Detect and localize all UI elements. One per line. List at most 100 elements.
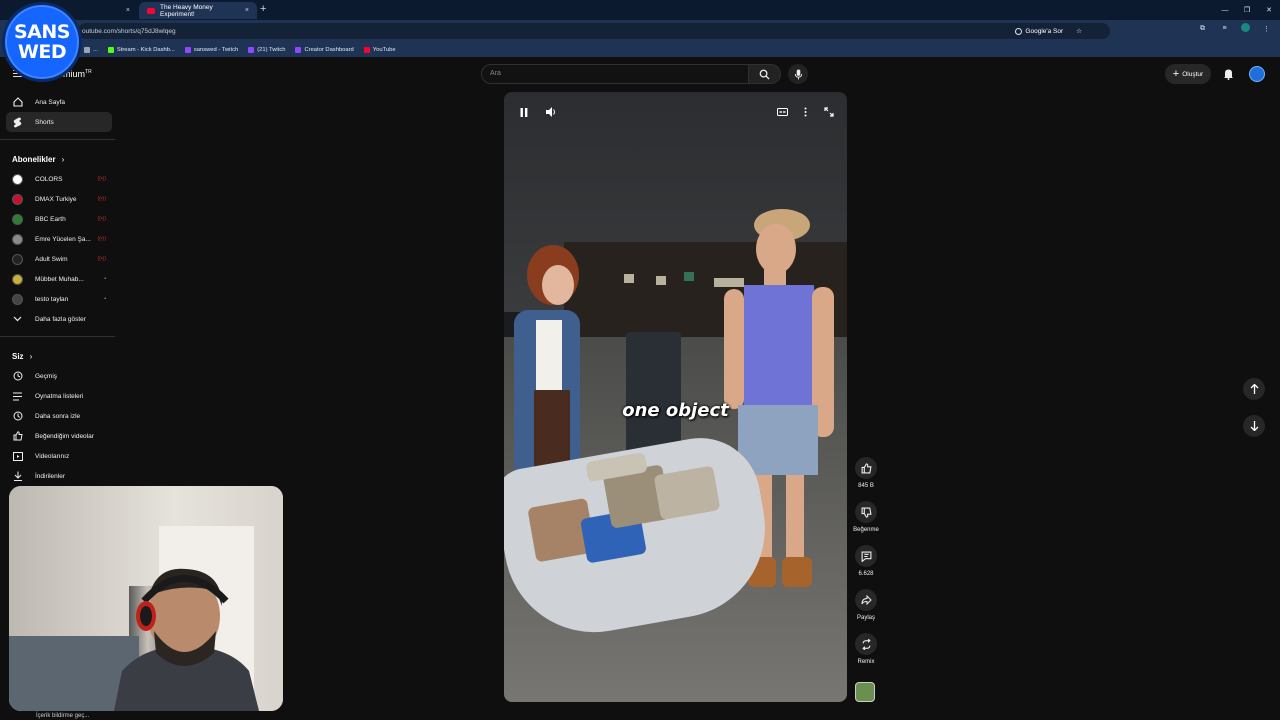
sidebar-item-label: Beğendiğim videolar bbox=[35, 432, 94, 440]
youtube-favicon-icon bbox=[147, 7, 155, 14]
share-button[interactable] bbox=[855, 589, 877, 611]
sidebar-item-label: Mübbet Muhab... bbox=[35, 275, 84, 283]
sidebar-item-label: DMAX Turkiye bbox=[35, 195, 77, 203]
comments-button[interactable] bbox=[855, 545, 877, 567]
more-vertical-icon bbox=[804, 107, 806, 117]
browser-tab-active[interactable]: The Heavy Money Experiment! × bbox=[139, 2, 257, 19]
subscription-item[interactable]: BBC Earth ((•)) bbox=[6, 209, 112, 229]
bookmark-item[interactable]: sanswed - Twitch bbox=[184, 46, 238, 53]
bookmark-favicon-icon bbox=[184, 46, 191, 53]
close-window-icon[interactable]: ✕ bbox=[1258, 0, 1280, 20]
dislike-button[interactable] bbox=[855, 501, 877, 523]
bookmark-item[interactable]: Stream - Kick Dashb... bbox=[107, 46, 175, 53]
close-tab-icon[interactable]: × bbox=[245, 7, 249, 14]
shorts-video-player[interactable]: one object bbox=[504, 92, 847, 702]
share-action: Paylaş bbox=[848, 589, 884, 633]
fullscreen-button[interactable] bbox=[821, 104, 837, 120]
original-sound-avatar[interactable] bbox=[855, 682, 875, 702]
google-lens-icon bbox=[1015, 27, 1023, 35]
sidebar-item-liked[interactable]: Beğendiğim videolar bbox=[6, 426, 112, 446]
url-field[interactable]: outube.com/shorts/q75dJ8wlqeg Google'a S… bbox=[78, 23, 1110, 39]
you-header[interactable]: Siz › bbox=[0, 346, 118, 366]
extension-icon[interactable]: ⧉ bbox=[1197, 23, 1208, 34]
notifications-bell-icon[interactable] bbox=[1221, 67, 1235, 81]
new-content-dot-icon: • bbox=[104, 276, 106, 282]
minimize-icon[interactable]: — bbox=[1214, 0, 1236, 20]
media-icon[interactable]: ≡ bbox=[1219, 23, 1230, 34]
sidebar-item-label: Emre Yücelen Şa... bbox=[35, 235, 91, 243]
dislike-action: Beğenme bbox=[848, 501, 884, 545]
star-icon[interactable]: ☆ bbox=[1076, 27, 1082, 35]
sidebar-item-label: Videolarınız bbox=[35, 452, 70, 460]
subscription-item[interactable]: Adult Swim ((•)) bbox=[6, 249, 112, 269]
sidebar-item-history[interactable]: Geçmiş bbox=[6, 366, 112, 386]
volume-button[interactable] bbox=[543, 104, 559, 120]
search-button[interactable] bbox=[749, 64, 781, 84]
sidebar-item-label: COLORS bbox=[35, 175, 63, 183]
sidebar-item-your-videos[interactable]: Videolarınız bbox=[6, 446, 112, 466]
captions-button[interactable] bbox=[774, 104, 790, 120]
arrow-down-icon bbox=[1250, 421, 1258, 431]
dislike-icon bbox=[861, 507, 872, 518]
new-tab-button[interactable]: + bbox=[260, 3, 266, 15]
dislike-label: Beğenme bbox=[853, 527, 879, 533]
previous-short-button[interactable] bbox=[1243, 378, 1265, 400]
like-button[interactable] bbox=[855, 457, 877, 479]
sidebar-item-label: Geçmiş bbox=[35, 372, 58, 380]
sidebar-footer-text[interactable]: İçerik bildirme geç... bbox=[36, 713, 89, 719]
voice-search-button[interactable] bbox=[788, 64, 808, 84]
subscriptions-header[interactable]: Abonelikler › bbox=[0, 149, 118, 169]
chevron-right-icon: › bbox=[29, 351, 33, 361]
subscription-item[interactable]: testo taylan • bbox=[6, 289, 112, 309]
you-header-label: Siz bbox=[12, 351, 24, 361]
bookmark-label: YouTube bbox=[372, 46, 396, 53]
account-avatar[interactable] bbox=[1249, 66, 1265, 82]
sidebar-divider bbox=[0, 139, 115, 140]
sidebar-item-download[interactable]: İndirilenler bbox=[6, 466, 112, 486]
sidebar-item-shorts[interactable]: Shorts bbox=[6, 112, 112, 132]
search-input[interactable]: Ara bbox=[481, 64, 749, 84]
subscription-item[interactable]: Emre Yücelen Şa... ((•)) bbox=[6, 229, 112, 249]
create-button[interactable]: + Oluştur bbox=[1165, 64, 1211, 84]
restore-icon[interactable]: ❐ bbox=[1236, 0, 1258, 20]
google-ask-label: Google'a Sor bbox=[1025, 27, 1064, 35]
bookmark-item[interactable]: (21) Twitch bbox=[248, 46, 285, 53]
subscription-item[interactable]: DMAX Turkiye ((•)) bbox=[6, 189, 112, 209]
more-options-button[interactable] bbox=[797, 104, 813, 120]
show-more-button[interactable]: Daha fazla göster bbox=[6, 309, 112, 329]
watch-later-icon bbox=[12, 411, 23, 422]
live-indicator-icon: ((•)) bbox=[97, 176, 106, 182]
sidebar-item-playlist[interactable]: Oynatma listeleri bbox=[6, 386, 112, 406]
bookmark-label: ... bbox=[93, 46, 98, 53]
plus-icon: + bbox=[1172, 68, 1180, 80]
live-indicator-icon: ((•)) bbox=[97, 196, 106, 202]
remix-button[interactable] bbox=[855, 633, 877, 655]
subscription-item[interactable]: Mübbet Muhab... • bbox=[6, 269, 112, 289]
chevron-right-icon: › bbox=[61, 154, 65, 164]
subscription-item[interactable]: COLORS ((•)) bbox=[6, 169, 112, 189]
subscriptions-header-label: Abonelikler bbox=[12, 154, 56, 164]
like-icon bbox=[861, 462, 872, 474]
more-icon[interactable]: ⋮ bbox=[1261, 23, 1272, 34]
share-label: Paylaş bbox=[856, 615, 875, 621]
sidebar-item-watch-later[interactable]: Daha sonra izle bbox=[6, 406, 112, 426]
sidebar-item-label: İndirilenler bbox=[35, 472, 65, 480]
like-label: 845 B bbox=[858, 483, 874, 489]
bookmark-item[interactable]: YouTube bbox=[363, 46, 396, 53]
bookmark-item[interactable]: Creator Dashboard bbox=[295, 46, 354, 53]
playlist-icon bbox=[12, 391, 23, 402]
sidebar-item-label: Shorts bbox=[35, 118, 54, 126]
next-short-button[interactable] bbox=[1243, 415, 1265, 437]
sidebar-item-home[interactable]: Ana Sayfa bbox=[6, 92, 112, 112]
search-icon bbox=[759, 69, 770, 80]
google-ask-button[interactable]: Google'a Sor ☆ bbox=[1015, 27, 1082, 35]
channel-avatar bbox=[12, 213, 23, 225]
close-tab-icon[interactable]: × bbox=[126, 7, 130, 14]
profile-icon[interactable] bbox=[1241, 23, 1250, 32]
streamer-logo-badge: SANS WED bbox=[2, 2, 82, 82]
liked-icon bbox=[12, 431, 23, 442]
new-content-dot-icon: • bbox=[104, 296, 106, 302]
bookmark-label: Stream - Kick Dashb... bbox=[116, 46, 175, 53]
bookmark-item[interactable]: ... bbox=[84, 46, 98, 53]
pause-button[interactable] bbox=[516, 104, 532, 120]
